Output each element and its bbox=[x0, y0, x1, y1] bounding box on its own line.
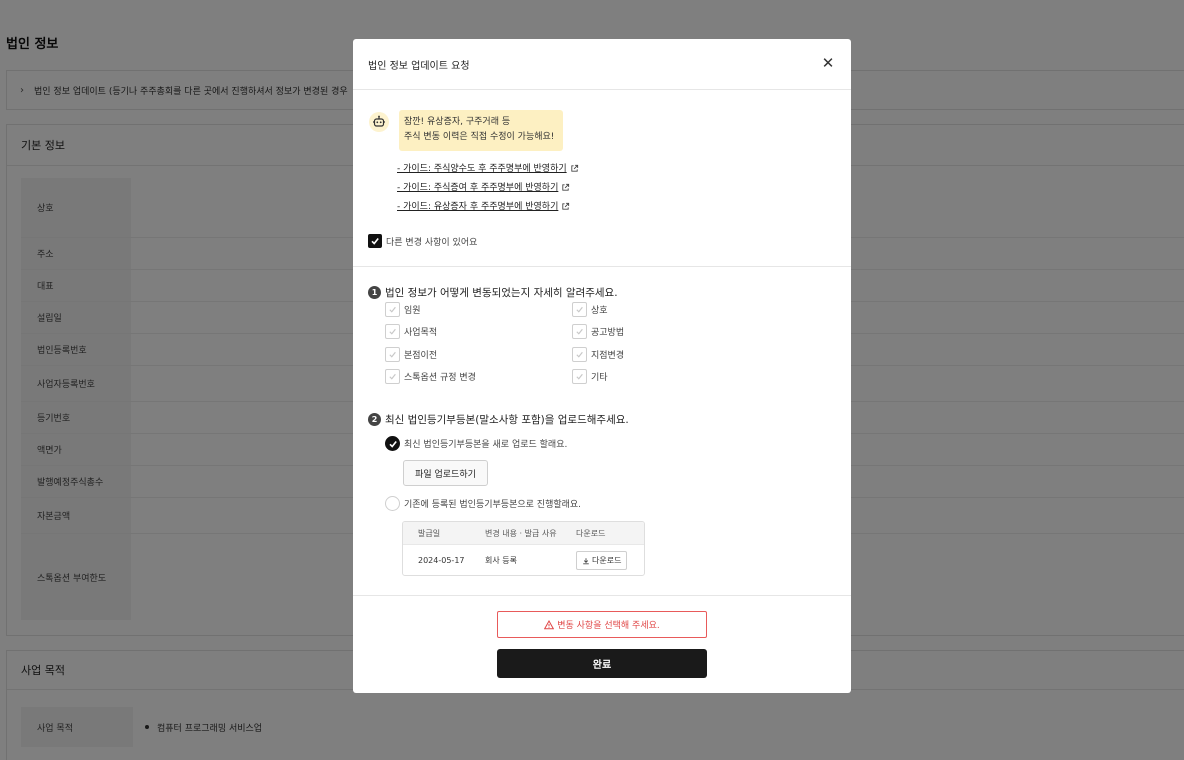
cell-date: 2024-05-17 bbox=[418, 556, 465, 565]
warning-text: 변동 사항을 선택해 주세요. bbox=[557, 621, 660, 631]
check-icon bbox=[572, 347, 587, 362]
col-download: 다운로드 bbox=[576, 528, 606, 538]
check-icon bbox=[572, 324, 587, 339]
radio-use-existing-label: 기존에 등록된 법인등기부등본으로 진행할래요. bbox=[404, 500, 582, 510]
radio-upload-new-label: 최신 법인등기부등본을 새로 업로드 할래요. bbox=[404, 440, 568, 450]
warning-icon bbox=[544, 619, 555, 629]
external-link-icon bbox=[562, 183, 570, 191]
close-icon[interactable]: ✕ bbox=[819, 54, 837, 72]
other-change-checkbox[interactable]: 다른 변경 사항이 있어요 bbox=[368, 234, 477, 248]
option-stock-option-rule[interactable]: 스톡옵션 규정 변경 bbox=[385, 369, 476, 384]
update-request-modal: 법인 정보 업데이트 요청 ✕ 잠깐! 유상증자, 구주거래 등 주식 변동 이… bbox=[353, 39, 851, 693]
question-1-title: 1 법인 정보가 어떻게 변동되었는지 자세히 알려주세요. bbox=[368, 285, 618, 300]
registry-doc-table: 발급일 변경 내용 · 발급 사유 다운로드 2024-05-17 회사 등록 … bbox=[402, 521, 645, 576]
radio-circle bbox=[385, 496, 400, 511]
check-icon bbox=[385, 324, 400, 339]
divider bbox=[353, 266, 851, 267]
guide-link-transfer[interactable]: - 가이드: 주식양수도 후 주주명부에 반영하기 bbox=[397, 161, 579, 180]
question-2-title: 2 최신 법인등기부등본(말소사항 포함)을 업로드해주세요. bbox=[368, 412, 629, 427]
option-business-purpose[interactable]: 사업목적 bbox=[385, 324, 437, 339]
option-executive[interactable]: 임원 bbox=[385, 302, 421, 317]
check-icon bbox=[368, 234, 382, 248]
question-number-badge: 2 bbox=[368, 413, 381, 426]
option-company-name[interactable]: 상호 bbox=[572, 302, 608, 317]
check-icon bbox=[385, 369, 400, 384]
other-change-label: 다른 변경 사항이 있어요 bbox=[386, 237, 478, 248]
check-icon bbox=[572, 302, 587, 317]
question-number-badge: 1 bbox=[368, 286, 381, 299]
external-link-icon bbox=[562, 202, 570, 210]
notice-line2: 주식 변동 이력은 직접 수정이 가능해요! bbox=[404, 132, 555, 142]
notice-line1: 잠깐! 유상증자, 구주거래 등 bbox=[404, 117, 511, 127]
col-change-reason: 변경 내용 · 발급 사유 bbox=[485, 528, 557, 538]
download-button[interactable]: 다운로드 bbox=[576, 551, 628, 570]
notice-bubble: 잠깐! 유상증자, 구주거래 등 주식 변동 이력은 직접 수정이 가능해요! bbox=[399, 110, 563, 151]
divider bbox=[353, 595, 851, 596]
cell-reason: 회사 등록 bbox=[485, 556, 517, 565]
check-icon bbox=[385, 436, 400, 451]
check-icon bbox=[385, 302, 400, 317]
table-row: 2024-05-17 회사 등록 다운로드 bbox=[403, 544, 644, 575]
modal-title: 법인 정보 업데이트 요청 bbox=[368, 61, 470, 72]
external-link-icon bbox=[570, 164, 578, 172]
guide-links: - 가이드: 주식양수도 후 주주명부에 반영하기 - 가이드: 주식증여 후 … bbox=[397, 161, 579, 218]
cell-download: 다운로드 bbox=[562, 551, 644, 570]
option-hq-relocation[interactable]: 본점이전 bbox=[385, 347, 437, 362]
table-header: 발급일 변경 내용 · 발급 사유 다운로드 bbox=[403, 522, 644, 544]
modal-header: 법인 정보 업데이트 요청 ✕ bbox=[353, 39, 851, 90]
option-other[interactable]: 기타 bbox=[572, 369, 608, 384]
option-notice-method[interactable]: 공고방법 bbox=[572, 324, 624, 339]
question-2-text: 최신 법인등기부등본(말소사항 포함)을 업로드해주세요. bbox=[385, 414, 629, 426]
robot-icon bbox=[369, 112, 389, 132]
guide-link-capital-increase[interactable]: - 가이드: 유상증자 후 주주명부에 반영하기 bbox=[397, 199, 579, 218]
done-button[interactable]: 완료 bbox=[497, 649, 707, 678]
guide-link-gift[interactable]: - 가이드: 주식증여 후 주주명부에 반영하기 bbox=[397, 180, 579, 199]
file-upload-button[interactable]: 파일 업로드하기 bbox=[403, 460, 488, 486]
col-issue-date: 발급일 bbox=[418, 528, 441, 538]
validation-warning: 변동 사항을 선택해 주세요. bbox=[497, 611, 707, 638]
question-1-text: 법인 정보가 어떻게 변동되었는지 자세히 알려주세요. bbox=[385, 287, 618, 299]
download-icon bbox=[583, 557, 589, 564]
download-label: 다운로드 bbox=[592, 556, 622, 565]
radio-use-existing[interactable]: 기존에 등록된 법인등기부등본으로 진행할래요. bbox=[385, 496, 581, 511]
option-branch-change[interactable]: 지점변경 bbox=[572, 347, 624, 362]
radio-upload-new[interactable]: 최신 법인등기부등본을 새로 업로드 할래요. bbox=[385, 436, 567, 451]
check-icon bbox=[572, 369, 587, 384]
check-icon bbox=[385, 347, 400, 362]
